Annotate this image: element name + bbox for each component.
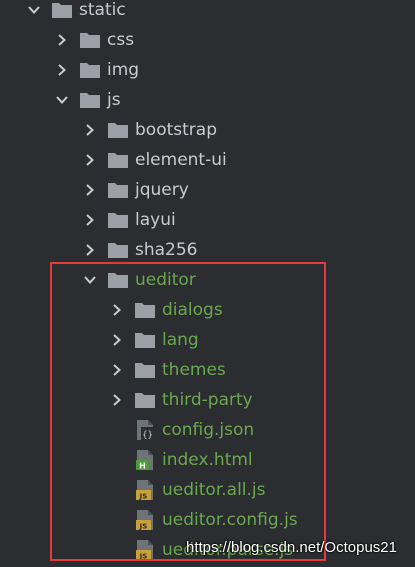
html-file-icon: H — [134, 450, 156, 471]
tree-node-ueditor[interactable]: ueditor — [80, 265, 196, 295]
folder-icon — [107, 240, 129, 260]
tree-node-element-ui[interactable]: element-ui — [80, 145, 227, 175]
tree-node-label: ueditor.config.js — [162, 510, 298, 530]
chevron-right-icon[interactable] — [107, 300, 127, 320]
js-file-icon: JS — [134, 540, 156, 561]
folder-icon — [79, 90, 101, 110]
tree-node-themes[interactable]: themes — [107, 355, 226, 385]
tree-node-label: index.html — [162, 450, 253, 470]
tree-node-index-html[interactable]: H index.html — [107, 445, 253, 475]
folder-icon — [107, 180, 129, 200]
tree-node-label: sha256 — [135, 240, 198, 260]
tree-node-label: img — [107, 60, 140, 80]
folder-icon — [134, 390, 156, 410]
folder-icon — [107, 150, 129, 170]
chevron-down-icon[interactable] — [80, 270, 100, 290]
js-file-icon: JS — [134, 480, 156, 501]
tree-node-img[interactable]: img — [52, 55, 139, 85]
tree-node-label: jquery — [135, 180, 189, 200]
tree-node-label: third-party — [162, 390, 253, 410]
tree-node-label: element-ui — [135, 150, 227, 170]
folder-icon — [51, 0, 73, 20]
tree-node-bootstrap[interactable]: bootstrap — [80, 115, 217, 145]
tree-node-label: static — [79, 0, 126, 20]
tree-node-third-party[interactable]: third-party — [107, 385, 253, 415]
tree-node-label: ueditor.all.js — [162, 480, 266, 500]
tree-node-label: ueditor — [135, 270, 196, 290]
svg-text:JS: JS — [139, 523, 148, 531]
chevron-right-icon[interactable] — [80, 120, 100, 140]
chevron-right-icon[interactable] — [52, 30, 72, 50]
chevron-right-icon[interactable] — [107, 330, 127, 350]
folder-icon — [79, 30, 101, 50]
tree-node-label: themes — [162, 360, 226, 380]
tree-node-ueditor-all-js[interactable]: JS ueditor.all.js — [107, 475, 266, 505]
js-file-icon: JS — [134, 510, 156, 531]
tree-node-sha256[interactable]: sha256 — [80, 235, 198, 265]
tree-node-dialogs[interactable]: dialogs — [107, 295, 223, 325]
chevron-right-icon[interactable] — [80, 240, 100, 260]
project-tree: static css img js bootstrap element-ui j… — [0, 0, 415, 567]
tree-node-label: js — [107, 90, 121, 110]
folder-icon — [107, 120, 129, 140]
svg-text:H: H — [139, 462, 146, 471]
tree-node-lang[interactable]: lang — [107, 325, 199, 355]
tree-node-ueditor-config-js[interactable]: JS ueditor.config.js — [107, 505, 298, 535]
svg-text:{}: {} — [142, 431, 153, 441]
tree-node-label: css — [107, 30, 135, 50]
chevron-right-icon[interactable] — [52, 60, 72, 80]
chevron-right-icon[interactable] — [80, 210, 100, 230]
chevron-right-icon[interactable] — [107, 360, 127, 380]
tree-node-label: bootstrap — [135, 120, 217, 140]
tree-node-jquery[interactable]: jquery — [80, 175, 189, 205]
tree-node-label: dialogs — [162, 300, 223, 320]
folder-icon — [134, 330, 156, 350]
tree-node-config-json[interactable]: {} config.json — [107, 415, 254, 445]
tree-node-js[interactable]: js — [52, 85, 121, 115]
chevron-down-icon[interactable] — [24, 0, 44, 20]
tree-node-label: layui — [135, 210, 176, 230]
folder-icon — [134, 360, 156, 380]
json-file-icon: {} — [134, 420, 156, 441]
tree-node-label: lang — [162, 330, 199, 350]
folder-icon — [107, 270, 129, 290]
folder-icon — [79, 60, 101, 80]
tree-node-static[interactable]: static — [24, 0, 126, 25]
chevron-down-icon[interactable] — [52, 90, 72, 110]
svg-text:JS: JS — [139, 493, 148, 501]
tree-node-label: config.json — [162, 420, 255, 440]
folder-icon — [107, 210, 129, 230]
chevron-right-icon[interactable] — [107, 390, 127, 410]
tree-node-css[interactable]: css — [52, 25, 134, 55]
folder-icon — [134, 300, 156, 320]
chevron-right-icon[interactable] — [80, 180, 100, 200]
tree-node-layui[interactable]: layui — [80, 205, 176, 235]
chevron-right-icon[interactable] — [80, 150, 100, 170]
svg-text:JS: JS — [139, 553, 148, 561]
watermark-text: https://blog.csdn.net/Octopus21 — [186, 539, 397, 556]
